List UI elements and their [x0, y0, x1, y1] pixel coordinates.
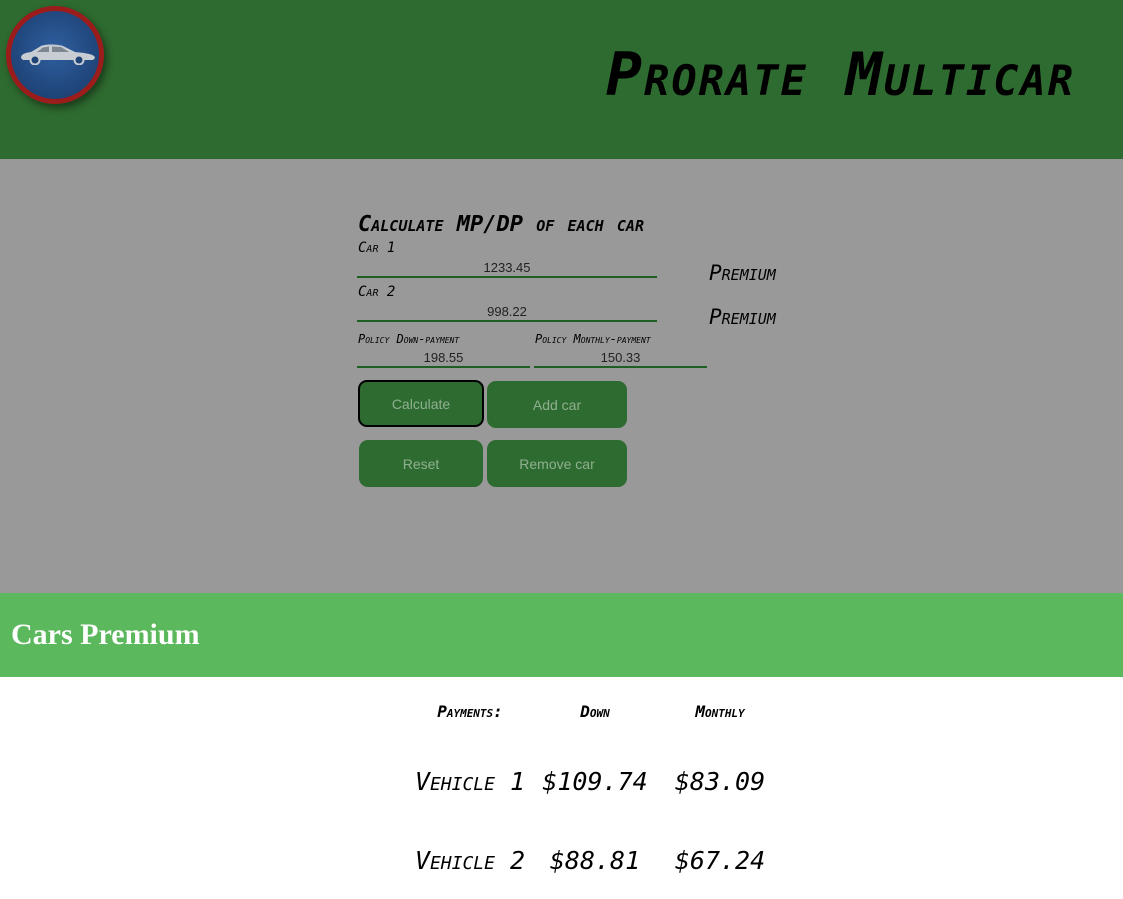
car-icon	[21, 44, 95, 65]
remove-car-button[interactable]: Remove car	[487, 440, 627, 487]
vehicle-1-down: $109.74	[542, 767, 648, 796]
down-payment-input[interactable]	[357, 348, 530, 368]
results-title: Cars Premium	[11, 618, 200, 651]
form-title: Calculate MP/DP of each car	[358, 212, 644, 237]
reset-button[interactable]: Reset	[359, 440, 483, 487]
car-2-premium-label: Premium	[709, 305, 776, 329]
vehicle-2-down: $88.81	[549, 846, 641, 875]
car-2-label: Car 2	[358, 284, 396, 300]
header-down: Down	[580, 702, 610, 721]
car-1-premium-label: Premium	[709, 261, 776, 285]
results-header: Cars Premium	[0, 593, 1123, 677]
page-title: Prorate Multicar	[605, 40, 1075, 110]
down-payment-label: Policy Down-payment	[358, 332, 460, 346]
monthly-payment-input[interactable]	[534, 348, 707, 368]
car-1-label: Car 1	[358, 240, 396, 256]
vehicle-2-name: Vehicle 2	[414, 846, 526, 875]
add-car-button[interactable]: Add car	[487, 381, 627, 428]
header-monthly: Monthly	[695, 702, 745, 721]
header-payments: Payments:	[437, 702, 503, 721]
car-2-input[interactable]	[357, 302, 657, 322]
car-1-input[interactable]	[357, 258, 657, 278]
app-logo	[6, 6, 104, 104]
vehicle-1-monthly: $83.09	[674, 767, 766, 796]
vehicle-1-name: Vehicle 1	[414, 767, 526, 796]
calculate-button[interactable]: Calculate	[358, 380, 484, 427]
monthly-payment-label: Policy Monthly-payment	[535, 332, 651, 346]
vehicle-2-monthly: $67.24	[674, 846, 766, 875]
calculator-panel: Calculate MP/DP of each car Car 1 Premiu…	[0, 159, 1123, 593]
app-header: Prorate Multicar	[0, 0, 1123, 159]
